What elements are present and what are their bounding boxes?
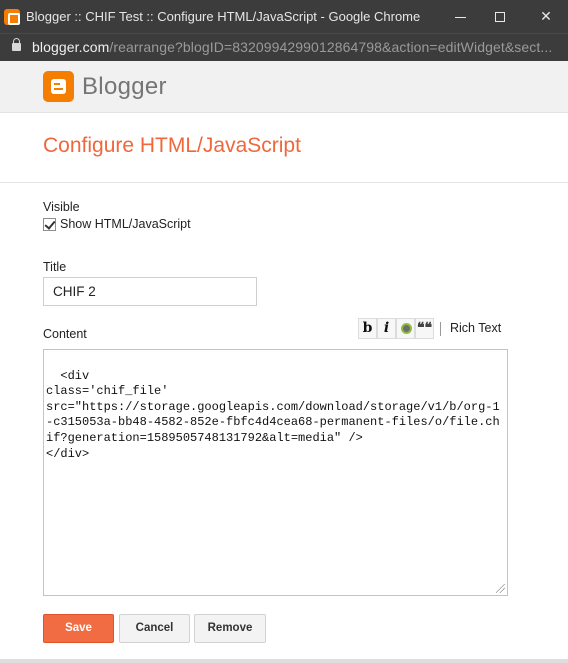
lock-icon[interactable] [12, 38, 21, 51]
minimize-button[interactable] [438, 0, 482, 33]
address-bar[interactable]: blogger.com/rearrange?blogID=83209942990… [0, 33, 568, 61]
bold-button[interactable]: b [358, 318, 377, 339]
title-label: Title [43, 260, 67, 274]
content-label: Content [43, 327, 87, 341]
cancel-button[interactable]: Cancel [119, 614, 190, 643]
remove-button[interactable]: Remove [194, 614, 266, 643]
content-textarea[interactable]: <div class='chif_file' src="https://stor… [43, 349, 508, 596]
minimize-icon [454, 16, 466, 18]
insert-image-button[interactable] [396, 318, 415, 339]
close-button[interactable]: ✕ [524, 0, 568, 33]
url-host: blogger.com [32, 39, 110, 55]
window-titlebar: Blogger :: CHIF Test :: Configure HTML/J… [0, 0, 568, 33]
close-icon: ✕ [540, 8, 552, 24]
window-bottom-edge [0, 659, 568, 663]
insert-image-icon [401, 323, 412, 334]
url-path: /rearrange?blogID=8320994299012864798&ac… [109, 39, 553, 55]
rich-text-link[interactable]: Rich Text [450, 321, 501, 335]
brand-name[interactable]: Blogger [82, 73, 167, 101]
show-checkbox[interactable] [43, 218, 56, 231]
blogger-icon [4, 9, 20, 25]
blockquote-button[interactable]: ❝❝ [415, 318, 434, 339]
maximize-icon [495, 12, 505, 23]
blogger-logo-icon[interactable] [43, 71, 74, 102]
url-text[interactable]: blogger.com/rearrange?blogID=83209942990… [32, 39, 552, 55]
blogger-header: Blogger [0, 61, 568, 113]
visible-label: Visible [43, 200, 80, 214]
divider [0, 182, 568, 183]
maximize-button[interactable] [478, 0, 522, 33]
italic-button[interactable]: i [377, 318, 396, 339]
page-title: Configure HTML/JavaScript [43, 134, 301, 157]
toolbar-separator [440, 322, 441, 336]
show-checkbox-label[interactable]: Show HTML/JavaScript [60, 217, 191, 231]
title-input[interactable]: CHIF 2 [43, 277, 257, 306]
resize-grip-icon[interactable] [496, 584, 505, 593]
content-text: <div class='chif_file' src="https://stor… [46, 368, 500, 461]
save-button[interactable]: Save [43, 614, 114, 643]
window-title: Blogger :: CHIF Test :: Configure HTML/J… [26, 9, 421, 24]
